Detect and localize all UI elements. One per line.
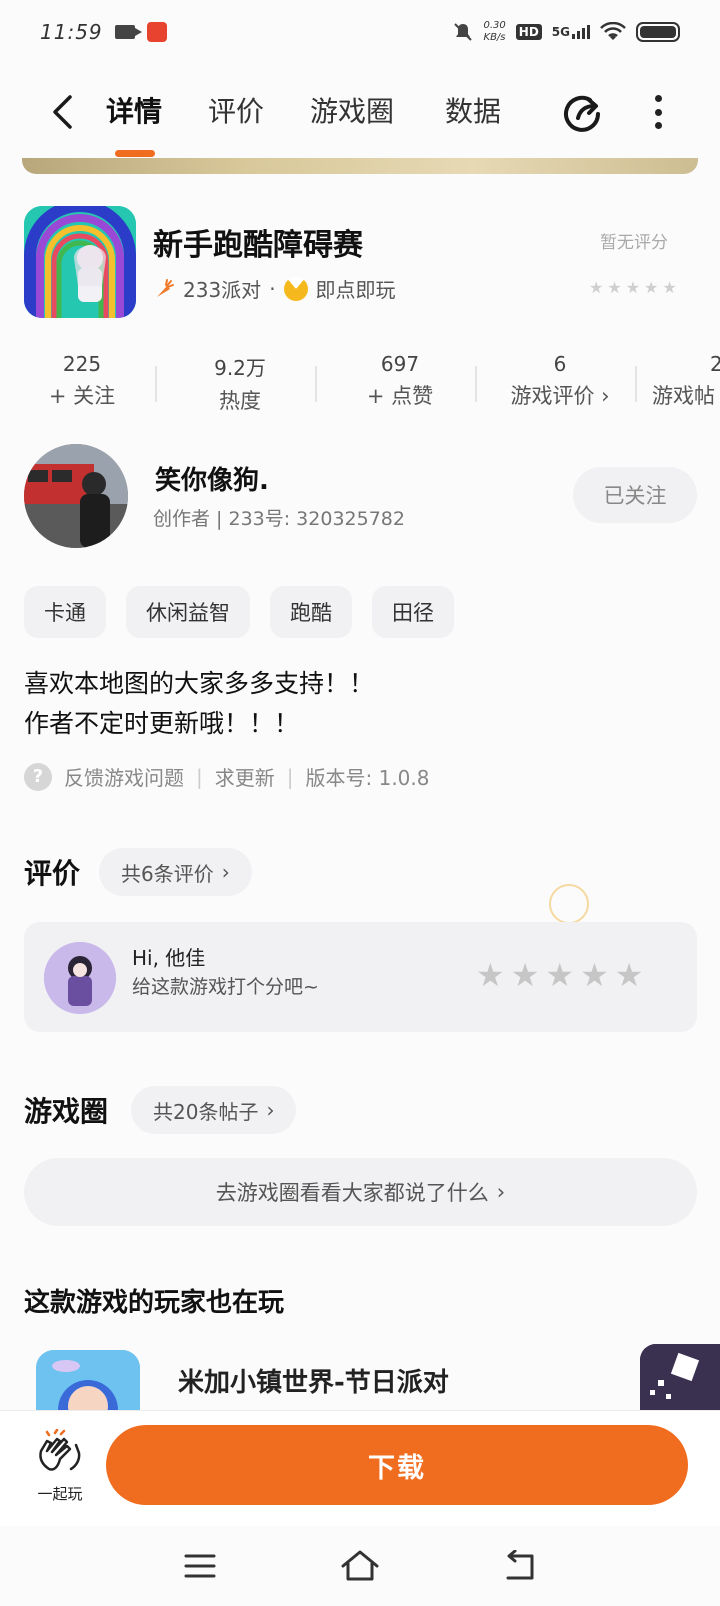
mute-icon [453,23,472,41]
author-avatar[interactable] [24,444,128,548]
menu-icon [184,1554,216,1578]
game-description: 喜欢本地图的大家多多支持！！ 作者不定时更新哦！！！ [24,669,375,738]
clap-hands-icon [39,1428,81,1471]
hd-icon: HD [515,24,542,40]
tab-data[interactable]: 数据 [445,90,501,130]
star-icon: ★ [644,278,659,297]
user-avatar [44,942,116,1014]
request-update-link[interactable]: 求更新 [215,762,275,791]
wifi-icon [600,22,626,40]
back-arrow-icon [53,95,72,129]
tag-list: 卡通 休闲益智 跑酷 田径 [24,586,454,638]
system-nav-bar [0,1526,720,1606]
screen-record-icon [114,25,142,39]
play-together-button[interactable]: 一起玩 [30,1428,90,1504]
tag-item[interactable]: 跑酷 [270,586,352,638]
bottom-action-bar: 一起玩 下载 [0,1410,720,1526]
share-icon [564,95,600,132]
game-source: 233派对 [183,278,262,302]
star-icon[interactable]: ★ [615,956,644,994]
star-icon: ★ [625,278,641,297]
rate-stars: ★ ★ ★ ★ ★ [476,956,643,994]
status-bar: 11:59 0.30 KB/s HD 5G [0,0,720,64]
info-row: ? 反馈游戏问题 | 求更新 | 版本号: 1.0.8 [24,762,429,791]
star-icon[interactable]: ★ [476,956,505,994]
touch-indicator [549,884,589,924]
star-icon[interactable]: ★ [580,956,609,994]
star-icon: ★ [589,278,604,297]
posts-count-button[interactable]: 共20条帖子 › [131,1086,297,1134]
download-button[interactable]: 下载 [106,1425,688,1505]
tab-reviews[interactable]: 评价 [208,90,264,130]
net-speed: 0.30 KB/s [483,20,506,43]
meta-dot: · [269,276,276,301]
back-nav-button[interactable] [498,1546,542,1586]
chevron-right-icon: › [266,1098,275,1122]
game-icon[interactable] [24,206,136,318]
play-mode: 即点即玩 [315,278,396,302]
rating-stars: ★ ★ ★ ★ ★ [589,278,677,297]
chevron-right-icon: › [496,1180,506,1204]
stat-heat: 9.2万 热度 [214,356,266,413]
tag-item[interactable]: 休闲益智 [126,586,250,638]
rate-prompt: 给这款游戏打个分吧~ [132,976,319,998]
instant-play-icon [283,276,308,301]
star-icon: ★ [607,278,622,297]
version-label: 版本号: 1.0.8 [305,766,430,790]
star-icon: ★ [662,278,677,297]
clock: 11:59 [40,20,103,44]
circle-section-title: 游戏圈 [24,1095,109,1128]
star-icon[interactable]: ★ [511,956,540,994]
game-title: 新手跑酷障碍赛 [153,228,363,263]
recommended-game-title[interactable]: 米加小镇世界-节日派对 [178,1362,449,1399]
share-button[interactable] [560,90,606,136]
author-id: 创作者 | 233号: 320325782 [153,508,405,530]
home-icon [341,1550,379,1581]
stat-posts[interactable]: 20游戏帖 [650,352,720,410]
stat-like[interactable]: 697 + 点赞 [330,352,470,410]
reviews-section-title: 评价 [24,857,81,890]
chevron-right-icon: › [221,860,230,884]
author-name: 笑你像狗. [155,466,269,496]
rate-game-card: Hi, 他佳 给这款游戏打个分吧~ ★ ★ ★ ★ ★ [24,922,697,1032]
star-icon[interactable]: ★ [545,956,574,994]
top-nav: 详情 评价 游戏圈 数据 [0,70,720,160]
banner-image-edge [22,158,698,174]
recommended-game-icon[interactable] [640,1344,720,1410]
app-notification-icon [146,22,167,42]
feedback-link[interactable]: 反馈游戏问题 [64,762,184,791]
signal-icon: 5G [552,25,590,39]
tag-item[interactable]: 卡通 [24,586,106,638]
help-icon: ? [24,762,52,791]
more-options-button[interactable] [648,92,668,132]
tab-details[interactable]: 详情 [106,90,162,130]
stat-reviews[interactable]: 6 游戏评价 › [490,352,630,410]
reviews-count-button[interactable]: 共6条评价 › [99,848,252,896]
tag-item[interactable]: 田径 [372,586,454,638]
greeting: Hi, 他佳 [132,946,206,970]
stat-follow[interactable]: 225 + 关注 [12,352,152,410]
follow-button[interactable]: 已关注 [573,467,697,523]
stats-row: 225+ 关注 9.2万热度 697+ 点赞 6游戏评价 › 20游戏帖 [0,352,720,422]
active-tab-indicator [115,150,155,157]
tab-game-circle[interactable]: 游戏圈 [310,90,394,130]
return-icon [506,1550,534,1580]
menu-button[interactable] [178,1546,222,1586]
carrot-icon [157,278,174,297]
rating-label: 暂无评分 [600,233,668,253]
home-button[interactable] [338,1546,382,1586]
game-meta: 233派对 · 即点即玩 [153,274,396,303]
back-button[interactable] [42,92,82,132]
go-to-circle-button[interactable]: 去游戏圈看看大家都说了什么 › [24,1158,697,1226]
battery-icon [636,22,680,42]
recommended-game-icon[interactable] [36,1350,140,1410]
recommend-section-title: 这款游戏的玩家也在玩 [24,1288,285,1318]
